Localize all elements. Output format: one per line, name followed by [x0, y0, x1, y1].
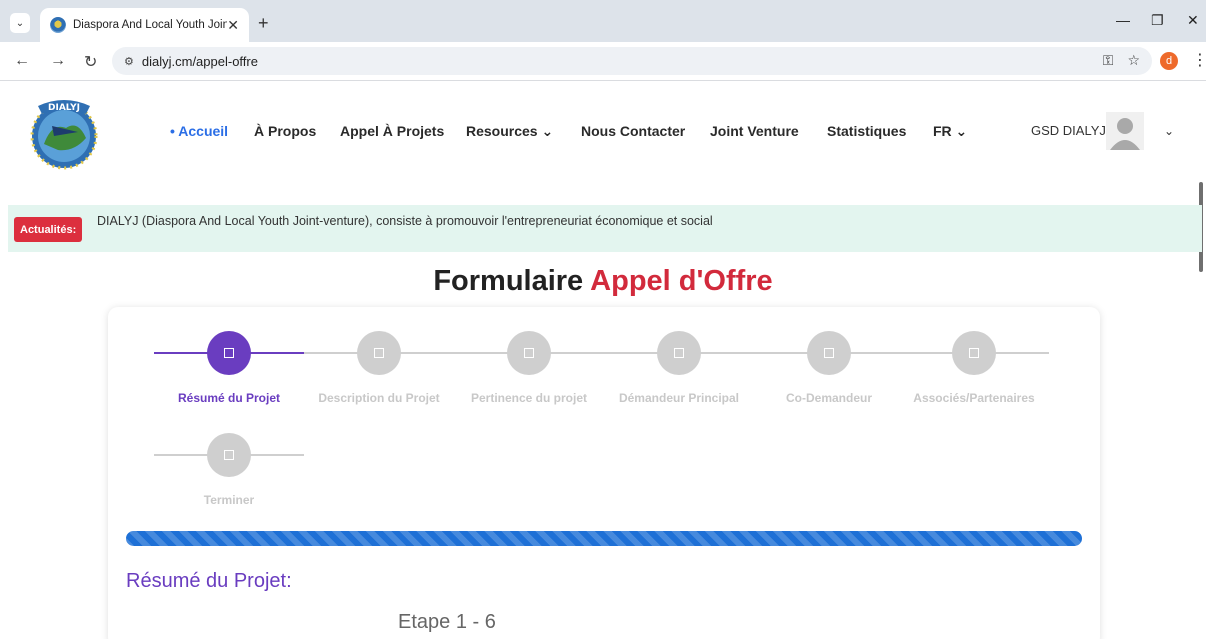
close-icon[interactable]: ✕: [227, 17, 239, 34]
step-label: Terminer: [203, 493, 255, 507]
step-icon: [969, 348, 979, 358]
page-title-main: Formulaire: [433, 265, 584, 297]
ticker-badge: Actualités:: [14, 217, 83, 242]
nav-resources[interactable]: Resources ⌄: [466, 123, 553, 140]
step-pertinence-du-projet[interactable]: Pertinence du projet: [454, 307, 604, 427]
step-icon: [374, 348, 384, 358]
step-label: Associés/Partenaires: [913, 391, 1035, 405]
plus-icon[interactable]: +: [258, 13, 269, 34]
kebab-icon[interactable]: ⋮: [1192, 50, 1206, 70]
site-info-icon[interactable]: ⚙: [124, 55, 134, 68]
nav-appel-a-projets[interactable]: Appel À Projets: [340, 123, 444, 139]
step-circle: [207, 331, 251, 375]
url-text: dialyj.cm/appel-offre: [141, 53, 258, 69]
step-counter: Etape 1 - 6: [398, 611, 496, 633]
nav-joint-venture[interactable]: Joint Venture: [710, 123, 799, 139]
step-label: Pertinence du projet: [470, 391, 588, 405]
back-icon[interactable]: ←: [14, 52, 30, 70]
form-card: Résumé du Projet Description du Projet P…: [108, 307, 1100, 639]
minimize-icon[interactable]: —: [1116, 12, 1130, 28]
page-title: Formulaire Appel d'Offre: [0, 265, 1206, 298]
chevron-down-icon[interactable]: ⌄: [1164, 124, 1174, 138]
nav-nous-contacter[interactable]: Nous Contacter: [581, 123, 685, 139]
form-progress-bar: [126, 531, 1082, 546]
key-icon[interactable]: ⚿: [1103, 52, 1114, 69]
reload-icon[interactable]: ↻: [84, 52, 97, 72]
step-icon: [224, 450, 234, 460]
step-demandeur-principal[interactable]: Démandeur Principal: [604, 307, 754, 427]
step-icon: [824, 348, 834, 358]
nav-accueil[interactable]: • Accueil: [170, 123, 228, 139]
nav-a-propos[interactable]: À Propos: [254, 123, 316, 139]
step-associes-partenaires[interactable]: Associés/Partenaires: [899, 307, 1049, 427]
step-label: Démandeur Principal: [618, 391, 740, 405]
step-circle: [952, 331, 996, 375]
page-title-accent: Appel d'Offre: [590, 265, 773, 297]
tab-dropdown-icon[interactable]: ⌄: [10, 13, 30, 33]
step-circle: [657, 331, 701, 375]
restore-icon[interactable]: ❐: [1151, 12, 1164, 29]
ticker-text: DIALYJ (Diaspora And Local Youth Joint-v…: [97, 214, 713, 228]
step-circle: [807, 331, 851, 375]
step-circle: [357, 331, 401, 375]
step-description-du-projet[interactable]: Description du Projet: [304, 307, 454, 427]
news-ticker: Actualités: DIALYJ (Diaspora And Local Y…: [8, 205, 1202, 252]
section-title: Résumé du Projet:: [126, 570, 292, 592]
step-label: Description du Projet: [318, 391, 440, 405]
browser-tab[interactable]: Diaspora And Local Youth Joint-venture ✕: [40, 8, 249, 42]
nav-language[interactable]: FR ⌄: [933, 123, 967, 140]
address-bar: ← → ↻ ⚙ dialyj.cm/appel-offre ⚿ ☆: [0, 42, 1206, 81]
forward-icon[interactable]: →: [50, 52, 66, 70]
step-terminer[interactable]: Terminer: [154, 409, 304, 529]
close-window-icon[interactable]: ✕: [1187, 12, 1199, 29]
tab-title: Diaspora And Local Youth Joint-venture: [73, 19, 228, 31]
progress-fill: [126, 531, 1082, 546]
site-favicon-icon: [50, 17, 66, 33]
url-input[interactable]: ⚙ dialyj.cm/appel-offre ⚿ ☆: [112, 47, 1152, 75]
nav-statistiques[interactable]: Statistiques: [827, 123, 906, 139]
step-circle: [507, 331, 551, 375]
user-avatar-icon[interactable]: [1106, 112, 1144, 150]
user-name[interactable]: GSD DIALYJ: [1031, 123, 1106, 138]
step-icon: [524, 348, 534, 358]
step-co-demandeur[interactable]: Co-Demandeur: [754, 307, 904, 427]
step-circle: [207, 433, 251, 477]
star-icon[interactable]: ☆: [1127, 52, 1140, 69]
main-nav: • Accueil À Propos Appel À Projets Resou…: [0, 82, 1206, 182]
site-header: DIALYJ • Accueil À Propos Appel À Projet…: [0, 82, 1206, 272]
browser-tab-bar: ⌄ Diaspora And Local Youth Joint-venture…: [0, 0, 1206, 42]
step-icon: [674, 348, 684, 358]
profile-avatar[interactable]: d: [1160, 52, 1178, 70]
step-icon: [224, 348, 234, 358]
step-label: Résumé du Projet: [177, 391, 281, 405]
